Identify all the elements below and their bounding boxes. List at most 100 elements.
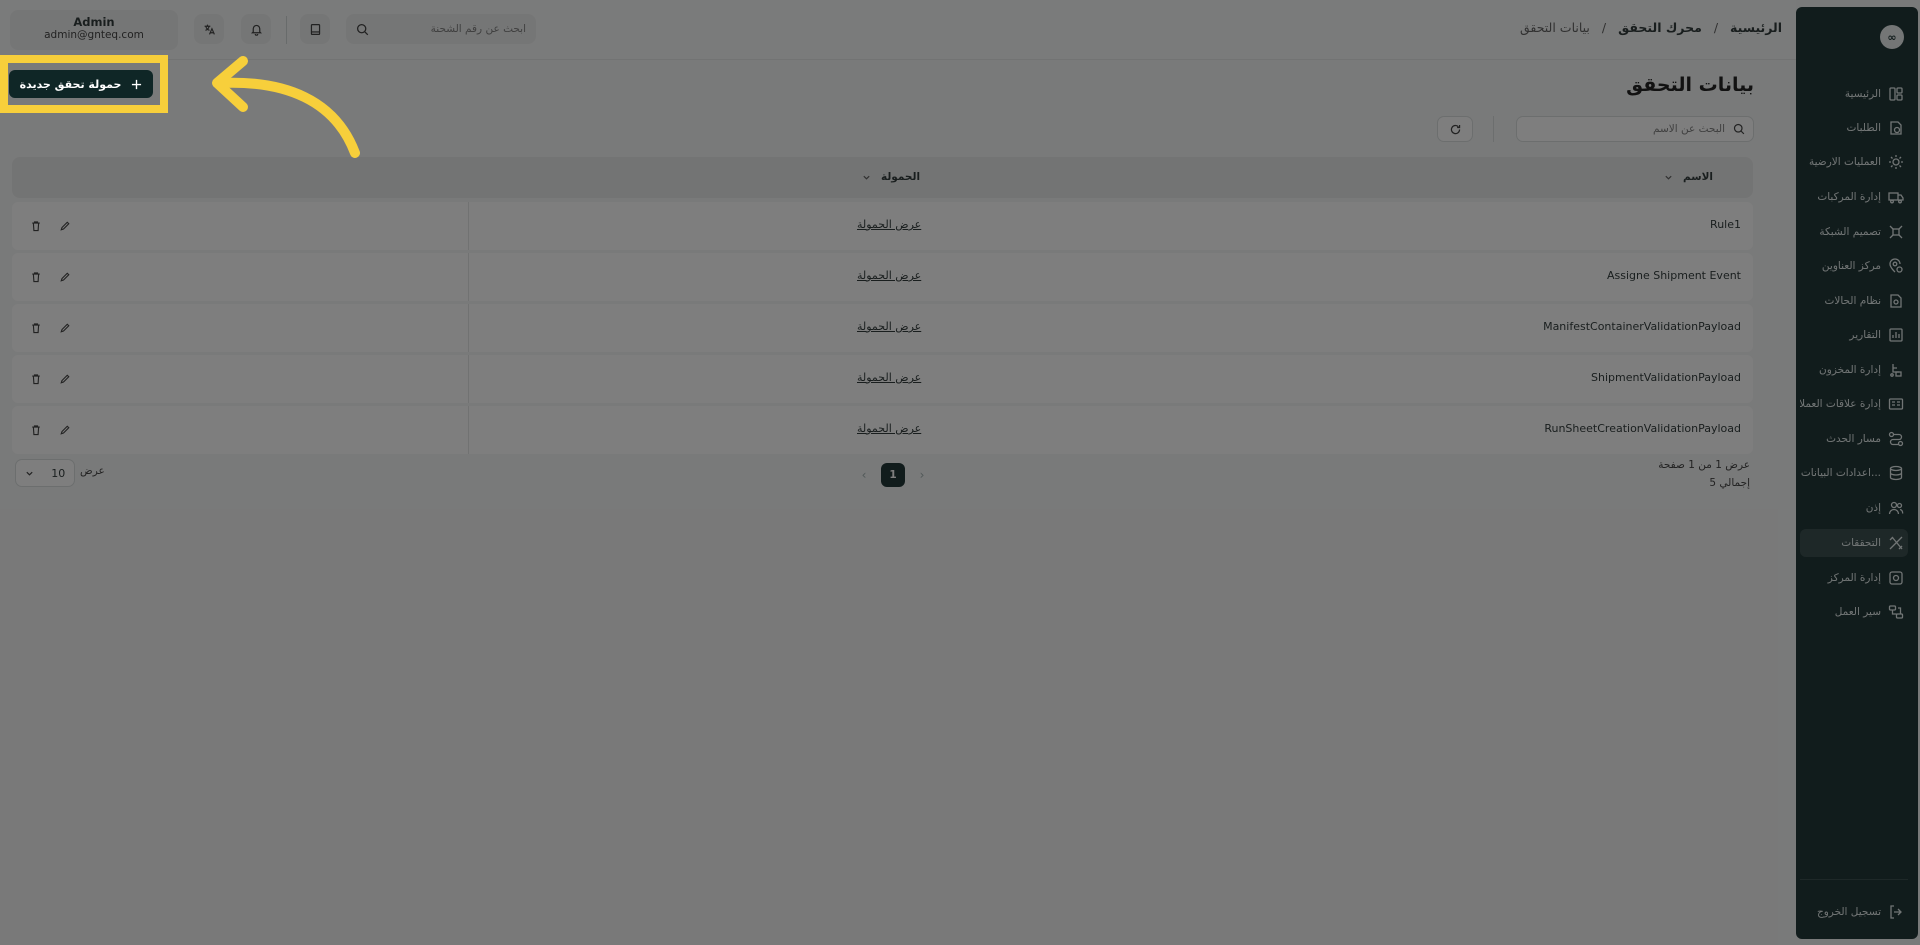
validation-icon [1889, 536, 1903, 550]
column-header-name[interactable]: الاسم [1664, 171, 1713, 183]
status-icon [1890, 294, 1902, 308]
delete-button[interactable] [27, 370, 45, 388]
sidebar-item-status[interactable]: نظام الحالات [1800, 287, 1908, 315]
event-route-icon [1888, 431, 1904, 447]
delete-button[interactable] [27, 319, 45, 337]
sidebar-divider [1800, 879, 1908, 880]
sidebar-item-label: إدارة علاقات العملاء [1800, 398, 1881, 410]
breadcrumb-separator: / [1601, 20, 1607, 35]
sidebar-item-label: مركز العناوين [1821, 260, 1881, 272]
sidebar-item-crm[interactable]: إدارة علاقات العملاء [1800, 390, 1908, 418]
delete-button[interactable] [27, 217, 45, 235]
prev-page-button[interactable]: ‹ [857, 463, 871, 487]
translate-icon [204, 24, 215, 35]
pagination: ‹ 1 › [857, 463, 929, 487]
name-search-input[interactable] [1525, 123, 1725, 135]
delete-button[interactable] [27, 421, 45, 439]
view-payload-link[interactable]: عرض الحمولة [857, 320, 921, 333]
sidebar-item-data-settings[interactable]: اعدادات البيانات... [1800, 459, 1908, 487]
sidebar-item-inventory[interactable]: إدارة المخزون [1800, 356, 1908, 384]
delete-button[interactable] [27, 268, 45, 286]
user-menu[interactable]: Admin admin@gnteq.com [10, 10, 178, 50]
sidebar-item-center[interactable]: إدارة المركز [1800, 564, 1908, 592]
logout-label: تسجيل الخروج [1816, 906, 1881, 918]
next-page-button[interactable]: › [915, 463, 929, 487]
view-payload-link[interactable]: عرض الحمولة [857, 269, 921, 282]
view-payload-link[interactable]: عرض الحمولة [857, 371, 921, 384]
pagination-info: عرض 1 من 1 صفحة إجمالي 5 [1658, 456, 1750, 492]
edit-button[interactable] [56, 217, 74, 235]
sidebar-item-orders[interactable]: الطلبات [1800, 114, 1908, 142]
refresh-icon [1450, 124, 1460, 134]
sidebar-item-event-route[interactable]: مسار الحدث [1800, 425, 1908, 453]
column-divider [468, 202, 469, 250]
row-name: ShipmentValidationPayload [1591, 371, 1741, 384]
breadcrumb-separator: / [1713, 20, 1719, 35]
column-header-payload[interactable]: الحمولة [862, 171, 920, 183]
name-search [1516, 116, 1754, 142]
sidebar-item-home[interactable]: الرئيسية [1800, 80, 1908, 108]
table-row: ShipmentValidationPayload عرض الحمولة [12, 355, 1753, 403]
refresh-button[interactable] [1437, 116, 1473, 142]
notifications-button[interactable] [241, 14, 271, 44]
edit-button[interactable] [56, 319, 74, 337]
per-page-select[interactable]: 10 [15, 459, 75, 487]
pointer-arrow-icon [212, 56, 360, 158]
breadcrumb-current: بيانات التحقق [1519, 20, 1590, 35]
sidebar-item-ground-ops[interactable]: العمليات الارضية [1800, 148, 1908, 176]
sidebar-item-label: اعدادات البيانات... [1800, 467, 1881, 479]
per-page-value: 10 [51, 466, 66, 480]
crm-icon [1888, 398, 1904, 410]
chevron-down-icon [863, 175, 870, 180]
language-button[interactable] [194, 14, 224, 44]
trash-icon [32, 221, 40, 232]
sidebar-item-network[interactable]: تصميم الشبكة [1800, 218, 1908, 246]
table-row: Rule1 عرض الحمولة [12, 202, 1753, 250]
shipment-search-input[interactable] [377, 23, 526, 35]
user-email: admin@gnteq.com [44, 29, 144, 41]
sidebar-item-label: إذن [1865, 502, 1881, 514]
workflow-icon [1888, 605, 1904, 619]
dashboard-icon [1889, 87, 1903, 101]
pencil-icon [60, 425, 70, 435]
row-name: Assigne Shipment Event [1606, 269, 1741, 282]
search-icon [1733, 123, 1745, 135]
column-payload-label: الحمولة [881, 171, 921, 183]
page-number[interactable]: 1 [881, 463, 905, 487]
edit-button[interactable] [56, 370, 74, 388]
sidebar-item-address[interactable]: مركز العناوين [1800, 252, 1908, 280]
network-icon [1889, 225, 1903, 239]
orders-icon [1890, 121, 1902, 135]
view-payload-link[interactable]: عرض الحمولة [857, 422, 921, 435]
sidebar-item-label: تصميم الشبكة [1819, 226, 1881, 238]
row-name: Rule1 [1710, 218, 1741, 231]
pencil-icon [60, 221, 70, 231]
sidebar-item-label: إدارة المخزون [1819, 364, 1881, 376]
app-logo[interactable]: ∞ [1880, 25, 1904, 49]
breadcrumb-validation-engine[interactable]: محرك التحقق [1618, 20, 1702, 35]
pencil-icon [60, 323, 70, 333]
row-name: RunSheetCreationValidationPayload [1544, 422, 1741, 435]
sidebar-item-vehicles[interactable]: إدارة المركبات [1800, 183, 1908, 211]
breadcrumb-home[interactable]: الرئيسية [1730, 20, 1782, 35]
sidebar-item-reports[interactable]: التقارير [1800, 321, 1908, 349]
sidebar: ∞ الرئيسية الطلبات العمليات الارضية إدار… [1796, 7, 1918, 939]
sidebar-item-permissions[interactable]: إذن [1800, 494, 1908, 522]
trash-icon [32, 272, 40, 283]
chevron-down-icon [26, 471, 33, 476]
new-validation-payload-button[interactable]: حمولة تحقق جديدة [9, 70, 153, 98]
sidebar-item-validations[interactable]: التحققات [1800, 529, 1908, 557]
sidebar-item-workflow[interactable]: سير العمل [1800, 598, 1908, 626]
notes-button[interactable] [300, 14, 330, 44]
edit-button[interactable] [56, 268, 74, 286]
users-icon [1888, 501, 1904, 515]
chevron-down-icon [1665, 175, 1672, 180]
user-name: Admin [73, 15, 115, 29]
breadcrumb: الرئيسية / محرك التحقق / بيانات التحقق [1520, 20, 1782, 35]
table-header: الاسم الحمولة [12, 157, 1753, 198]
sidebar-item-label: التقارير [1849, 329, 1881, 341]
edit-button[interactable] [56, 421, 74, 439]
sidebar-item-label: مسار الحدث [1826, 433, 1881, 445]
logout-button[interactable]: تسجيل الخروج [1800, 898, 1908, 926]
view-payload-link[interactable]: عرض الحمولة [857, 218, 921, 231]
